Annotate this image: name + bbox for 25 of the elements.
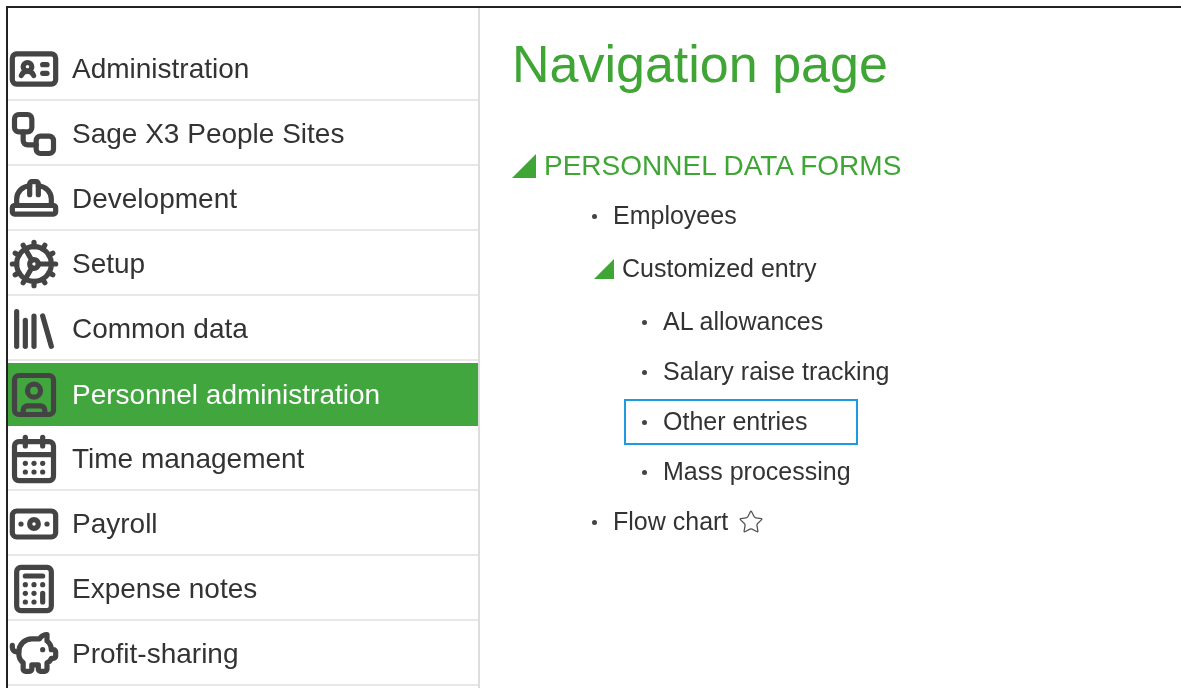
sidebar-item[interactable]: Setup [8,233,478,296]
sidebar-item[interactable]: Payroll [8,493,478,556]
sidebar-item[interactable]: Expense notes [8,558,478,621]
sidebar-item[interactable]: Time management [8,428,478,491]
tree-item[interactable]: Customized entry [622,250,817,288]
sidebar-item[interactable]: Profit-sharing [8,623,478,686]
bullet-icon [592,213,597,219]
bullet-icon [642,319,647,325]
sidebar-item[interactable]: Sage X3 People Sites [8,103,478,166]
sidebar-item[interactable]: Administration [8,38,478,101]
bullet-icon [642,469,647,475]
tree-item[interactable]: Employees [574,193,787,239]
bullet-icon [642,369,647,375]
bullet-icon [642,419,647,425]
tree-item[interactable]: AL allowances [624,299,874,345]
tree-item[interactable]: Flow chart [574,499,779,545]
sidebar-item[interactable]: Common data [8,298,478,361]
bullet-icon [592,519,597,525]
star-icon[interactable] [738,509,765,535]
expand-triangle-icon[interactable] [594,259,614,279]
tree-item[interactable]: Salary raise tracking [624,349,940,395]
expand-triangle-icon[interactable] [512,154,536,178]
tree-item[interactable]: Other entries [624,399,858,445]
sidebar-item[interactable]: Development [8,168,478,231]
tree-item[interactable]: Mass processing [624,449,901,495]
